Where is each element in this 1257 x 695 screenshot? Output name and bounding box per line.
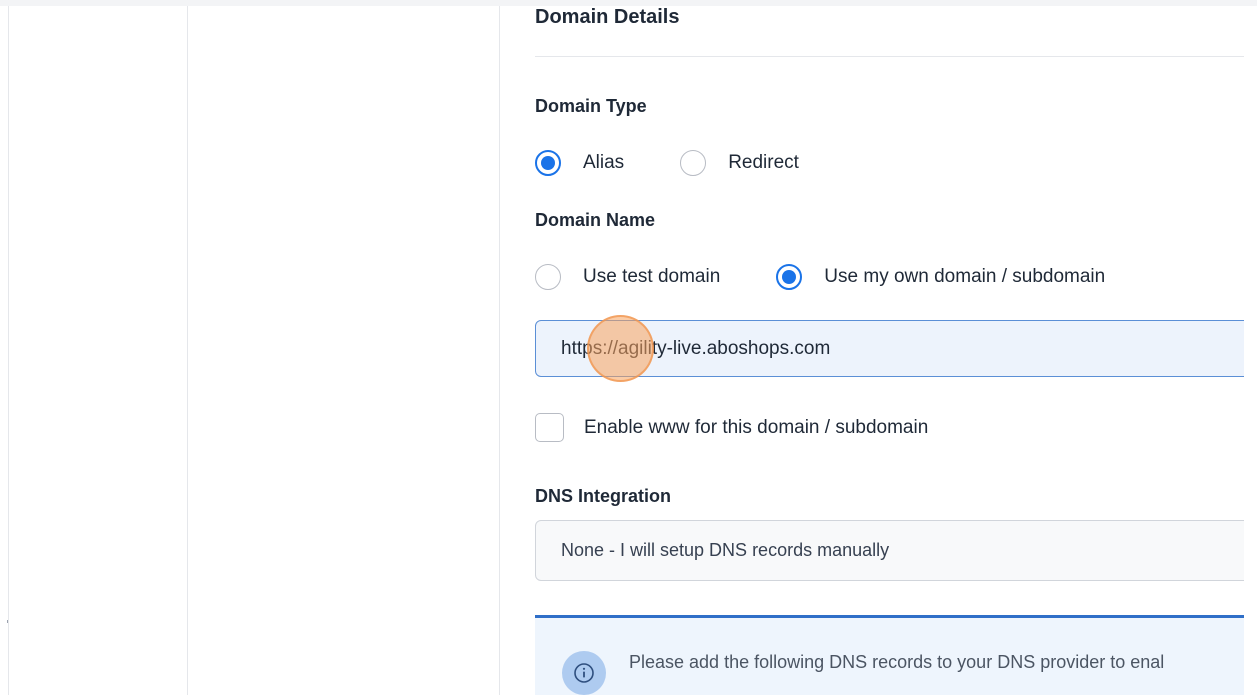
- domain-name-label: Domain Name: [535, 210, 656, 230]
- domain-name-radio-group: Use test domain Use my own domain / subd…: [535, 262, 1161, 292]
- redirect-radio-label: Redirect: [728, 152, 799, 173]
- left-column: [8, 6, 188, 695]
- test-domain-radio-label: Use test domain: [583, 266, 721, 287]
- radio-option-own-domain[interactable]: Use my own domain / subdomain: [776, 264, 1105, 290]
- radio-option-redirect[interactable]: Redirect: [680, 150, 799, 176]
- alias-radio-label: Alias: [583, 152, 625, 173]
- test-domain-radio[interactable]: [535, 264, 561, 290]
- enable-www-label: Enable www for this domain / subdomain: [584, 416, 929, 438]
- domain-details-panel: Domain Details Domain Type Alias Redirec…: [535, 0, 1255, 695]
- own-domain-radio-label: Use my own domain / subdomain: [824, 266, 1106, 287]
- alias-radio[interactable]: [535, 150, 561, 176]
- section-divider: [535, 56, 1244, 57]
- enable-www-checkbox[interactable]: [535, 413, 564, 442]
- radio-option-alias[interactable]: Alias: [535, 150, 624, 176]
- middle-column: [188, 6, 500, 695]
- enable-www-row[interactable]: Enable www for this domain / subdomain: [535, 413, 928, 442]
- domain-type-radio-group: Alias Redirect: [535, 148, 855, 178]
- dns-integration-select[interactable]: None - I will setup DNS records manually: [535, 520, 1255, 581]
- radio-option-test-domain[interactable]: Use test domain: [535, 264, 720, 290]
- info-icon: [562, 651, 606, 695]
- right-edge: [1244, 6, 1257, 695]
- info-notice-text: Please add the following DNS records to …: [629, 652, 1165, 672]
- app-frame: Domain Details Domain Type Alias Redirec…: [0, 0, 1257, 695]
- dns-info-notice: Please add the following DNS records to …: [535, 615, 1255, 695]
- domain-type-label: Domain Type: [535, 96, 647, 116]
- edge-mark: [7, 620, 8, 623]
- own-domain-radio[interactable]: [776, 264, 803, 290]
- dns-integration-label: DNS Integration: [535, 486, 672, 506]
- domain-url-input[interactable]: [535, 320, 1255, 377]
- redirect-radio[interactable]: [680, 150, 707, 176]
- section-title: Domain Details: [535, 6, 680, 28]
